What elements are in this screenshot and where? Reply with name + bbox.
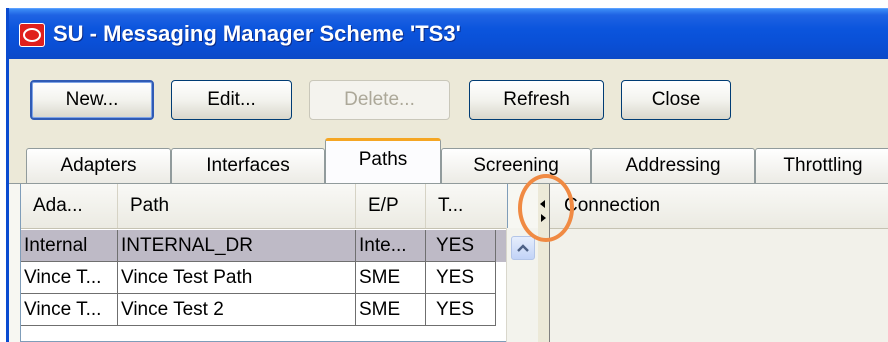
toolbar: New... Edit... Delete... Refresh Close (9, 58, 888, 138)
paths-tab-panel: Ada... Path E/P T... Internal INTERNAL_D… (9, 183, 888, 342)
tab-throttling[interactable]: Throttling (755, 148, 888, 183)
collapse-left-arrow-icon[interactable] (540, 200, 545, 208)
expand-right-arrow-icon[interactable] (541, 214, 546, 222)
column-header-ep[interactable]: E/P (356, 184, 426, 228)
delete-button[interactable]: Delete... (309, 80, 450, 120)
paths-table-scrollbar[interactable] (506, 228, 539, 342)
paths-table-header: Ada... Path E/P T... (21, 184, 507, 229)
refresh-button[interactable]: Refresh (469, 80, 604, 120)
tab-adapters[interactable]: Adapters (26, 148, 171, 183)
chevron-up-icon (517, 244, 529, 252)
column-header-t[interactable]: T... (426, 184, 507, 228)
cell-adapter: Vince T... (21, 262, 118, 294)
tab-screening[interactable]: Screening (441, 148, 591, 183)
close-button[interactable]: Close (621, 80, 731, 120)
tab-paths[interactable]: Paths (325, 138, 441, 183)
cell-adapter: Internal (21, 230, 118, 262)
cell-path: Vince Test 2 (118, 294, 356, 326)
paths-table: Ada... Path E/P T... Internal INTERNAL_D… (20, 184, 508, 342)
cell-ep: Inte... (356, 230, 426, 262)
table-row[interactable]: Internal INTERNAL_DR Inte... YES (21, 230, 507, 262)
new-button[interactable]: New... (30, 80, 154, 120)
edit-button[interactable]: Edit... (171, 80, 292, 120)
cell-t: YES (426, 262, 496, 294)
connection-table: Connection (549, 184, 888, 342)
tab-addressing[interactable]: Addressing (591, 148, 755, 183)
oracle-app-icon (19, 23, 45, 47)
column-header-path[interactable]: Path (118, 184, 356, 228)
scroll-up-button[interactable] (511, 236, 535, 260)
tab-interfaces[interactable]: Interfaces (171, 148, 325, 183)
window-title: SU - Messaging Manager Scheme 'TS3' (53, 21, 461, 46)
cell-ep: SME (356, 262, 426, 294)
table-row[interactable]: Vince T... Vince Test Path SME YES (21, 262, 507, 294)
cell-adapter: Vince T... (21, 294, 118, 326)
connection-table-header: Connection (550, 184, 888, 229)
cell-t: YES (426, 230, 496, 262)
cell-path: Vince Test Path (118, 262, 356, 294)
cell-ep: SME (356, 294, 426, 326)
column-header-adapter[interactable]: Ada... (21, 184, 118, 228)
cell-path: INTERNAL_DR (118, 230, 356, 262)
cell-t: YES (426, 294, 496, 326)
tab-strip: Adapters Interfaces Paths Screening Addr… (9, 138, 888, 183)
messaging-manager-window: SU - Messaging Manager Scheme 'TS3' New.… (6, 8, 888, 342)
split-pane-divider[interactable] (538, 184, 549, 342)
column-header-connection[interactable]: Connection (550, 184, 850, 228)
title-bar[interactable]: SU - Messaging Manager Scheme 'TS3' (9, 8, 888, 59)
paths-table-body: Internal INTERNAL_DR Inte... YES Vince T… (21, 230, 507, 326)
table-row[interactable]: Vince T... Vince Test 2 SME YES (21, 294, 507, 326)
